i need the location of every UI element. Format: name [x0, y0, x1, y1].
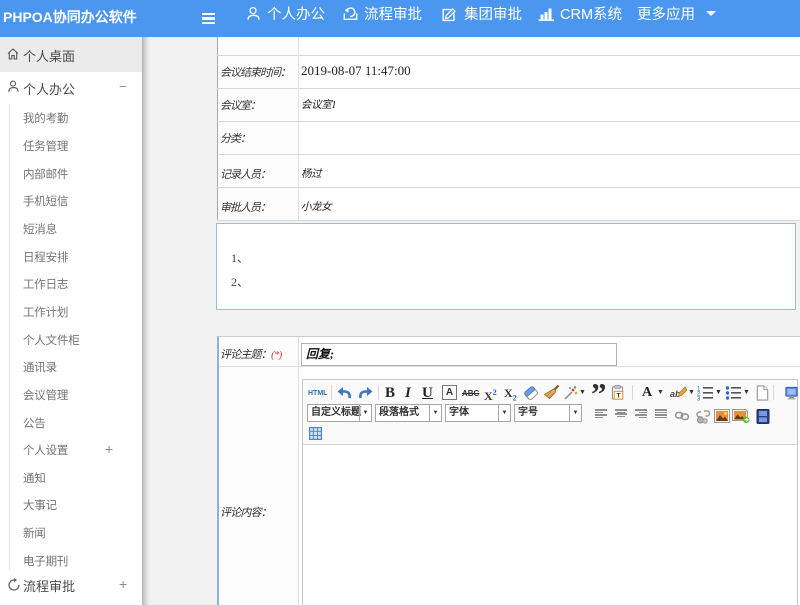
svg-text:3: 3 [697, 397, 701, 402]
svg-text:T: T [616, 393, 620, 400]
